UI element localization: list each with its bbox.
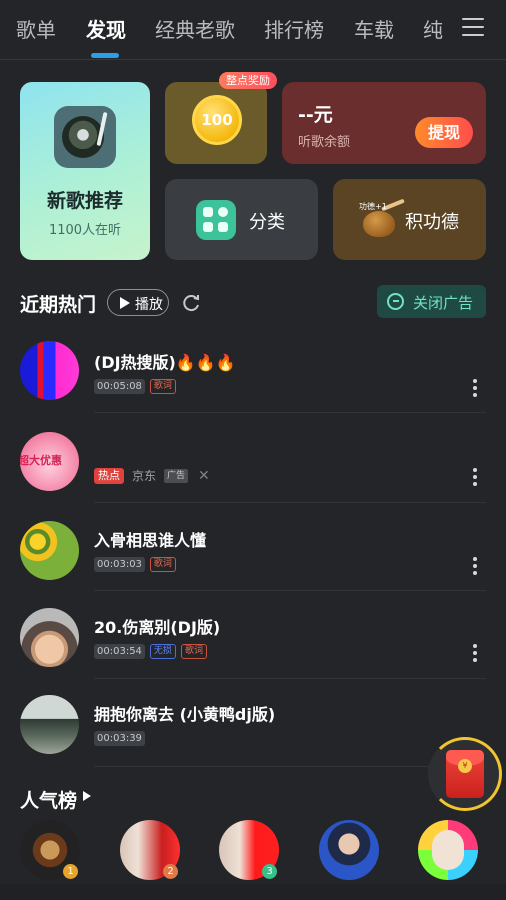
- more-options-icon[interactable]: [472, 468, 478, 486]
- lyrics-tag: 歌词: [149, 557, 176, 572]
- song-cover: [20, 695, 79, 754]
- bottom-navigation: [0, 884, 506, 900]
- more-options-icon[interactable]: [472, 644, 478, 662]
- new-songs-title: 新歌推荐: [46, 190, 123, 212]
- play-all-button[interactable]: 播放: [107, 289, 169, 316]
- song-title: 拥抱你离去 (小黄鸭dj版): [94, 705, 276, 724]
- active-tab-indicator: [91, 53, 119, 58]
- listener-count: 1100人在听: [48, 223, 122, 238]
- lyrics-tag: 歌词: [180, 644, 207, 659]
- balance-label: 听歌余额: [298, 135, 351, 150]
- song-duration: 00:03:39: [94, 731, 145, 746]
- refresh-icon[interactable]: [180, 292, 202, 314]
- close-icon[interactable]: ✕: [198, 468, 210, 484]
- red-envelope-icon: ¥: [446, 750, 484, 798]
- menu-icon[interactable]: [462, 16, 484, 38]
- song-cover: [20, 608, 79, 667]
- category-card[interactable]: 分类: [165, 179, 318, 260]
- hourly-reward-badge: 整点奖励: [219, 72, 277, 89]
- close-ads-button[interactable]: 关闭广告: [377, 285, 486, 318]
- grid-icon: [196, 200, 236, 240]
- divider: [94, 678, 486, 679]
- divider: [94, 766, 486, 767]
- song-title: 入骨相思谁人懂: [94, 531, 207, 550]
- ad-cover: 超大优惠: [20, 432, 79, 491]
- song-row[interactable]: (DJ热搜版)🔥🔥🔥 00:05:08 歌词: [0, 341, 506, 427]
- divider: [94, 590, 486, 591]
- song-duration: 00:03:54: [94, 644, 145, 659]
- tab-discover[interactable]: 发现: [86, 14, 126, 43]
- coin-icon: 100: [192, 95, 242, 145]
- vinyl-icon: [54, 106, 116, 168]
- popular-avatar[interactable]: [319, 820, 379, 880]
- merit-label: 积功德: [405, 212, 459, 233]
- tab-charts[interactable]: 排行榜: [264, 14, 324, 43]
- ad-label: 广告: [164, 469, 189, 483]
- song-title: (DJ热搜版)🔥🔥🔥: [94, 353, 236, 372]
- ad-source: 京东: [132, 469, 157, 483]
- ad-row[interactable]: 超大优惠 热点 京东 广告 ✕: [0, 432, 506, 518]
- wooden-fish-icon: 功德+1: [359, 198, 405, 239]
- popular-avatar[interactable]: [418, 820, 478, 880]
- song-duration: 00:03:03: [94, 557, 145, 572]
- category-label: 分类: [249, 212, 285, 233]
- hourly-reward-card[interactable]: 100: [165, 82, 267, 164]
- tab-pure[interactable]: 纯: [423, 14, 443, 43]
- new-songs-card[interactable]: 新歌推荐 1100人在听: [20, 82, 150, 260]
- rank-badge: 3: [262, 864, 277, 879]
- song-row[interactable]: 入骨相思谁人懂 00:03:03 歌词: [0, 521, 506, 607]
- popular-chart-title: 人气榜: [20, 790, 78, 812]
- divider: [94, 412, 486, 413]
- tab-playlist[interactable]: 歌单: [16, 14, 56, 43]
- red-packet-button[interactable]: ¥: [428, 737, 502, 811]
- close-ad-icon: [387, 293, 404, 310]
- merit-card[interactable]: 功德+1 积功德: [333, 179, 486, 260]
- more-options-icon[interactable]: [472, 379, 478, 397]
- withdraw-button[interactable]: 提现: [415, 117, 473, 148]
- top-tab-bar: 歌单 发现 经典老歌 排行榜 车载 纯: [0, 0, 506, 60]
- lossless-tag: 无损: [149, 644, 176, 659]
- chevron-right-icon[interactable]: [83, 791, 91, 801]
- song-title: 20.伤离别(DJ版): [94, 618, 221, 637]
- hot-tag: 热点: [94, 468, 124, 484]
- recent-hot-title: 近期热门: [20, 294, 97, 316]
- balance-card[interactable]: --元 听歌余额 提现: [282, 82, 486, 164]
- song-row[interactable]: 20.伤离别(DJ版) 00:03:54 无损 歌词: [0, 608, 506, 694]
- play-icon: [120, 297, 130, 309]
- tab-car[interactable]: 车载: [354, 14, 394, 43]
- rank-badge: 1: [63, 864, 78, 879]
- divider: [94, 502, 486, 503]
- song-cover: [20, 341, 79, 400]
- tab-classic-oldies[interactable]: 经典老歌: [155, 14, 235, 43]
- lyrics-tag: 歌词: [149, 379, 176, 394]
- song-cover: [20, 521, 79, 580]
- rank-badge: 2: [163, 864, 178, 879]
- balance-amount: --元: [298, 104, 333, 126]
- song-duration: 00:05:08: [94, 379, 145, 394]
- more-options-icon[interactable]: [472, 557, 478, 575]
